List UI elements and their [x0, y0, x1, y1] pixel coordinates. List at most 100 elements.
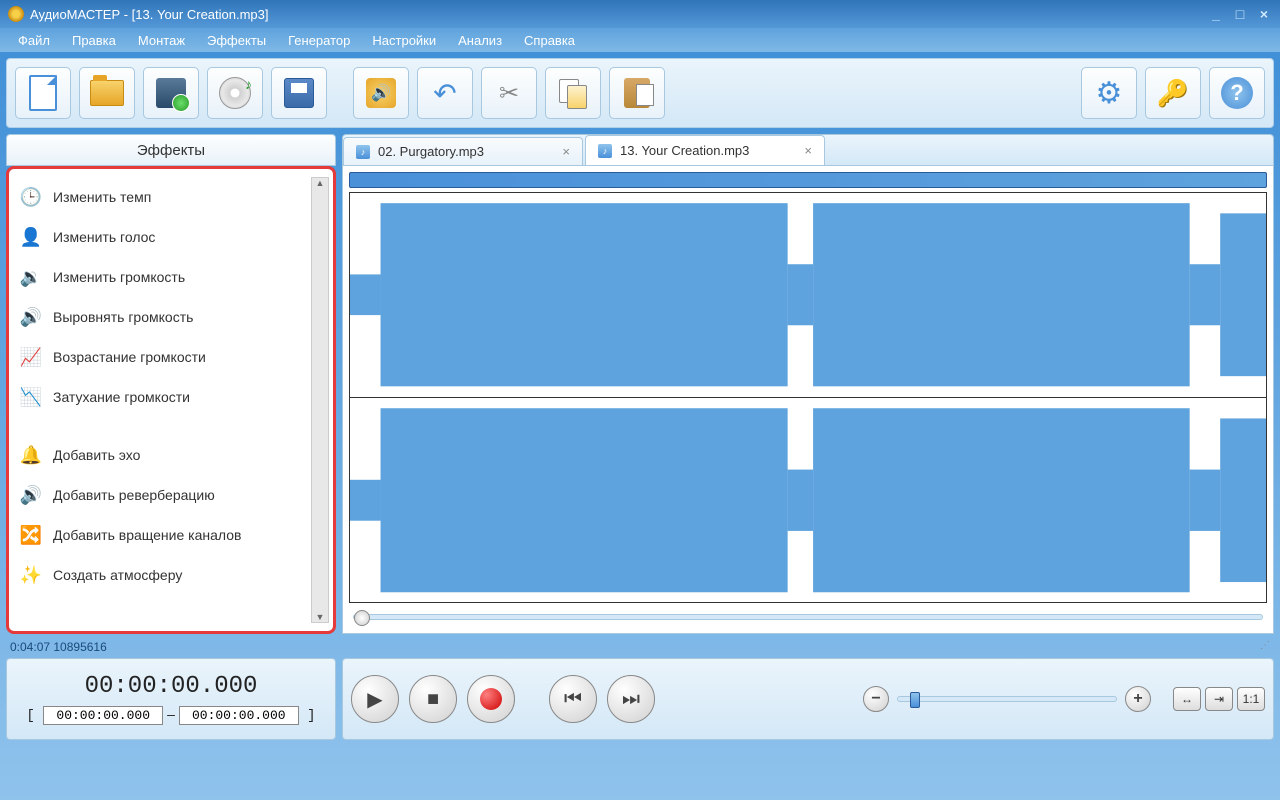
horizontal-scroll[interactable] — [349, 607, 1267, 627]
effect-voice[interactable]: 👤 Изменить голос — [13, 217, 329, 257]
undo-button[interactable]: ↶ — [417, 67, 473, 119]
effects-header: Эффекты — [6, 134, 336, 166]
bottom-area: 00:00:00.000 [ – ] ▶ ■ ⏮ ⏭ − + ↔ ⇥ 1:1 — [6, 658, 1274, 740]
effect-label: Выровнять громкость — [53, 309, 193, 325]
menu-file[interactable]: Файл — [8, 30, 60, 51]
menu-help[interactable]: Справка — [514, 30, 585, 51]
help-icon: ? — [1221, 77, 1253, 109]
scissors-icon: ✂ — [499, 79, 519, 108]
new-file-icon — [29, 75, 57, 111]
atmosphere-icon: ✨ — [19, 563, 43, 587]
cut-button[interactable]: ✂ — [481, 67, 537, 119]
next-button[interactable]: ⏭ — [607, 675, 655, 723]
resize-grip[interactable]: ⋰ — [1260, 640, 1270, 654]
tab-close-button[interactable]: × — [562, 144, 570, 159]
person-icon: 👤 — [19, 225, 43, 249]
folder-icon — [90, 80, 124, 106]
effect-label: Затухание громкости — [53, 389, 190, 405]
volume-button[interactable] — [353, 67, 409, 119]
effect-rotate[interactable]: 🔀Добавить вращение каналов — [13, 515, 329, 555]
effect-volume[interactable]: 🔉Изменить громкость — [13, 257, 329, 297]
settings-button[interactable]: ⚙ — [1081, 67, 1137, 119]
stop-icon: ■ — [427, 688, 439, 711]
play-button[interactable]: ▶ — [351, 675, 399, 723]
fit-sel-icon: ⇥ — [1214, 692, 1224, 706]
effect-fadeout[interactable]: 📉 Затухание громкости — [13, 377, 329, 417]
transport-panel: ▶ ■ ⏮ ⏭ − + ↔ ⇥ 1:1 — [342, 658, 1274, 740]
timeline-bar[interactable] — [349, 172, 1267, 188]
minus-icon: − — [871, 690, 880, 708]
effect-label: Изменить голос — [53, 229, 155, 245]
waveform-container[interactable] — [349, 192, 1267, 603]
copy-button[interactable] — [545, 67, 601, 119]
effect-label: Добавить вращение каналов — [53, 527, 241, 543]
prev-button[interactable]: ⏮ — [549, 675, 597, 723]
time-sep: – — [163, 706, 179, 722]
effects-scrollbar[interactable] — [311, 177, 329, 623]
tab-your-creation[interactable]: ♪ 13. Your Creation.mp3 × — [585, 135, 825, 165]
close-button[interactable]: × — [1256, 6, 1272, 22]
effect-label: Добавить эхо — [53, 447, 140, 463]
effect-fadein[interactable]: 📈Возрастание громкости — [13, 337, 329, 377]
play-icon: ▶ — [367, 687, 382, 712]
menu-edit[interactable]: Правка — [62, 30, 126, 51]
menu-settings[interactable]: Настройки — [362, 30, 446, 51]
effect-echo[interactable]: 🔔Добавить эхо — [13, 435, 329, 475]
save-button[interactable] — [271, 67, 327, 119]
tab-purgatory[interactable]: ♪ 02. Purgatory.mp3 × — [343, 137, 583, 165]
effects-panel: Эффекты 🕒Изменить темп 👤 Изменить голос 🔉… — [6, 134, 336, 634]
waveform-area — [342, 166, 1274, 634]
tab-close-button[interactable]: × — [804, 143, 812, 158]
titlebar: АудиоМАСТЕР - [13. Your Creation.mp3] _ … — [0, 0, 1280, 28]
menu-effects[interactable]: Эффекты — [197, 30, 276, 51]
menu-montage[interactable]: Монтаж — [128, 30, 195, 51]
effect-label: Добавить реверберацию — [53, 487, 215, 503]
clock-icon: 🕒 — [19, 185, 43, 209]
waveform-left — [350, 193, 1266, 397]
gear-icon: ⚙ — [1096, 76, 1123, 111]
menu-generator[interactable]: Генератор — [278, 30, 360, 51]
minimize-button[interactable]: _ — [1208, 6, 1224, 22]
zoom-thumb[interactable] — [910, 692, 920, 708]
audio-file-icon: ♪ — [598, 144, 612, 158]
help-button[interactable]: ? — [1209, 67, 1265, 119]
video-icon — [156, 78, 186, 108]
copy-icon — [559, 79, 587, 107]
tabs: ♪ 02. Purgatory.mp3 × ♪ 13. Your Creatio… — [342, 134, 1274, 166]
fit-h-icon: ↔ — [1181, 692, 1193, 706]
effect-atmosphere[interactable]: ✨Создать атмосферу — [13, 555, 329, 595]
zoom-controls: − + ↔ ⇥ 1:1 — [863, 686, 1265, 712]
effect-reverb[interactable]: 🔊Добавить реверберацию — [13, 475, 329, 515]
zoom-out-button[interactable]: − — [863, 686, 889, 712]
time-to-input[interactable] — [179, 706, 299, 725]
open-file-button[interactable] — [79, 67, 135, 119]
statusbar: 0:04:07 10895616 ⋰ — [6, 638, 1274, 656]
import-cd-button[interactable] — [207, 67, 263, 119]
fit-selection-button[interactable]: ⇥ — [1205, 687, 1233, 711]
fit-horizontal-button[interactable]: ↔ — [1173, 687, 1201, 711]
effect-label: Возрастание громкости — [53, 349, 206, 365]
fit-1to1-button[interactable]: 1:1 — [1237, 687, 1265, 711]
import-video-button[interactable] — [143, 67, 199, 119]
effect-normalize[interactable]: 🔊Выровнять громкость — [13, 297, 329, 337]
effect-tempo[interactable]: 🕒Изменить темп — [13, 177, 329, 217]
audio-file-icon: ♪ — [356, 145, 370, 159]
menubar: Файл Правка Монтаж Эффекты Генератор Нас… — [0, 28, 1280, 52]
undo-icon: ↶ — [433, 77, 456, 110]
activation-button[interactable]: 🔑 — [1145, 67, 1201, 119]
stop-button[interactable]: ■ — [409, 675, 457, 723]
zoom-slider[interactable] — [897, 696, 1117, 702]
time-from-input[interactable] — [43, 706, 163, 725]
status-text: 0:04:07 10895616 — [10, 640, 107, 654]
maximize-button[interactable]: □ — [1232, 6, 1248, 22]
paste-button[interactable] — [609, 67, 665, 119]
fadeout-icon: 📉 — [19, 385, 43, 409]
record-icon — [480, 688, 502, 710]
zoom-in-button[interactable]: + — [1125, 686, 1151, 712]
new-file-button[interactable] — [15, 67, 71, 119]
menu-analysis[interactable]: Анализ — [448, 30, 512, 51]
keys-icon: 🔑 — [1157, 78, 1189, 109]
scroll-thumb[interactable] — [354, 610, 370, 626]
next-icon: ⏭ — [622, 688, 640, 711]
record-button[interactable] — [467, 675, 515, 723]
